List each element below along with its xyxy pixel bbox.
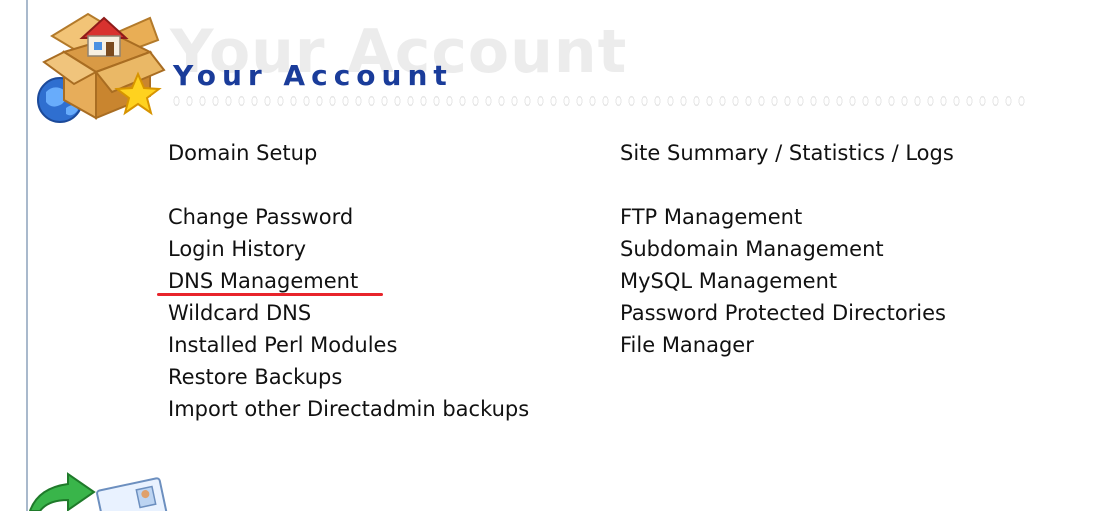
restore-backups-link[interactable]: Restore Backups <box>168 361 529 393</box>
menu-item-site-summary: Site Summary / Statistics / Logs <box>620 137 954 169</box>
menu-item-change-password: Change Password <box>168 201 529 233</box>
menu-item-ftp-management: FTP Management <box>620 201 954 233</box>
menu-item-import-backups: Import other Directadmin backups <box>168 393 529 425</box>
menu-item-password-protected-directories: Password Protected Directories <box>620 297 954 329</box>
arrow-id-card-icon <box>28 472 168 511</box>
section-header: Your Account Your Account <box>30 0 1030 130</box>
password-protected-directories-link[interactable]: Password Protected Directories <box>620 297 954 329</box>
page: Your Account Your Account Domain Setup C… <box>0 0 1108 511</box>
right-menu: Site Summary / Statistics / Logs FTP Man… <box>620 137 954 361</box>
house-box-globe-star-icon <box>37 12 166 123</box>
menu-spacer <box>620 169 954 201</box>
subdomain-management-link[interactable]: Subdomain Management <box>620 233 954 265</box>
mysql-management-link[interactable]: MySQL Management <box>620 265 954 297</box>
installed-perl-modules-link[interactable]: Installed Perl Modules <box>168 329 529 361</box>
menu-item-installed-perl-modules: Installed Perl Modules <box>168 329 529 361</box>
menu-item-subdomain-management: Subdomain Management <box>620 233 954 265</box>
header-divider <box>170 93 1030 109</box>
menu-spacer <box>168 169 529 201</box>
wildcard-dns-link[interactable]: Wildcard DNS <box>168 297 529 329</box>
menu-item-wildcard-dns: Wildcard DNS <box>168 297 529 329</box>
menu-item-restore-backups: Restore Backups <box>168 361 529 393</box>
file-manager-link[interactable]: File Manager <box>620 329 954 361</box>
dns-management-highlight-underline <box>157 293 383 296</box>
left-border <box>26 0 28 511</box>
ftp-management-link[interactable]: FTP Management <box>620 201 954 233</box>
site-summary-link[interactable]: Site Summary / Statistics / Logs <box>620 137 954 169</box>
section-title: Your Account <box>173 59 453 92</box>
menu-item-file-manager: File Manager <box>620 329 954 361</box>
change-password-link[interactable]: Change Password <box>168 201 529 233</box>
domain-setup-link[interactable]: Domain Setup <box>168 137 529 169</box>
import-directadmin-backups-link[interactable]: Import other Directadmin backups <box>168 393 529 425</box>
menu-item-domain-setup: Domain Setup <box>168 137 529 169</box>
login-history-link[interactable]: Login History <box>168 233 529 265</box>
left-menu: Domain Setup Change Password Login Histo… <box>168 137 529 425</box>
menu-item-login-history: Login History <box>168 233 529 265</box>
menu-item-mysql-management: MySQL Management <box>620 265 954 297</box>
